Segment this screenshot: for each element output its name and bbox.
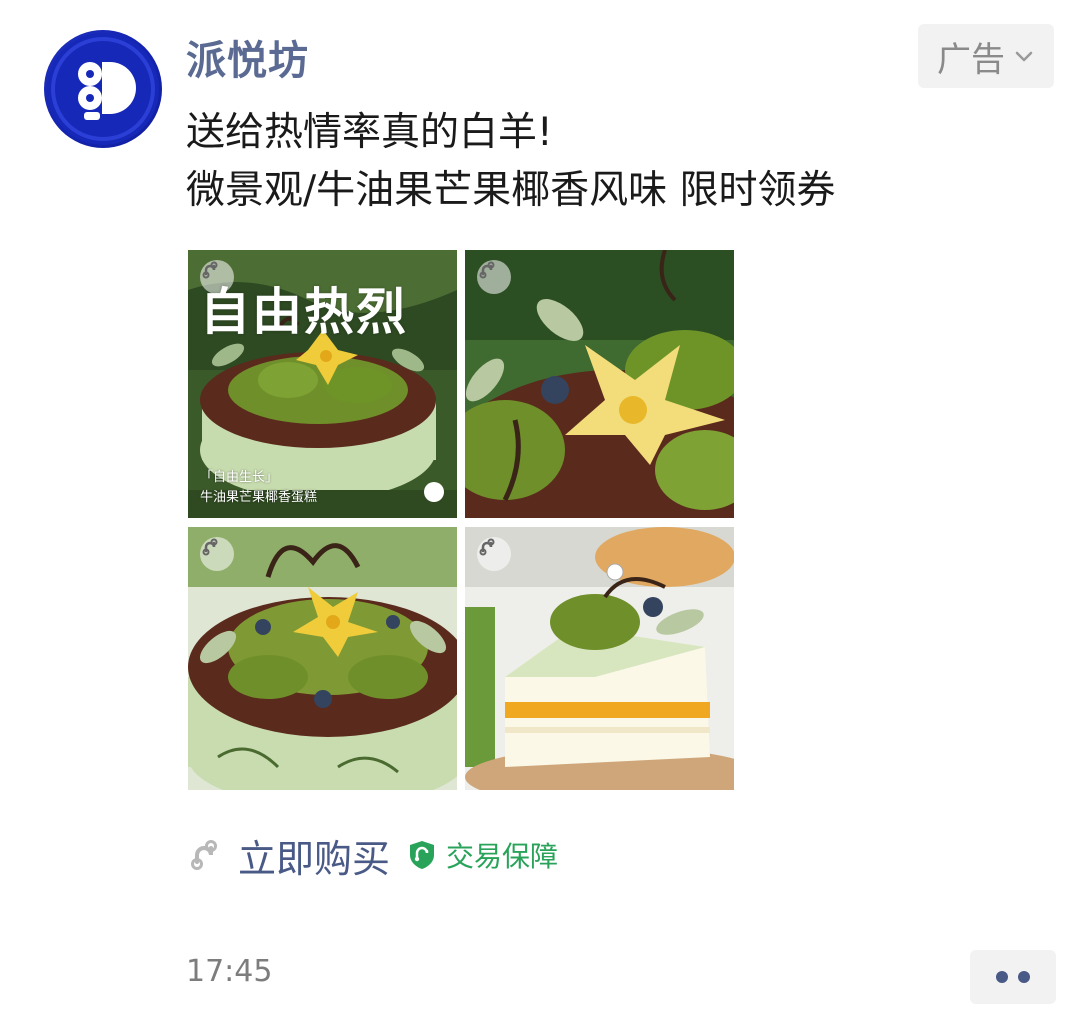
ad-tag-button[interactable]: 广告 (918, 24, 1054, 88)
image-grid: 自由热烈 「自由生长」 牛油果芒果椰香蛋糕 (188, 250, 734, 790)
trade-guarantee-label: 交易保障 (446, 840, 559, 873)
caption-line-2: 微景观/牛油果芒果椰香风味 限时领券 (186, 168, 836, 213)
avatar[interactable] (44, 30, 162, 148)
cake-closeup-photo (465, 250, 734, 518)
product-image-2[interactable] (465, 250, 734, 518)
brand-logo-icon (47, 33, 159, 145)
mini-program-link-icon (477, 537, 511, 571)
mini-program-link-icon (200, 537, 234, 571)
account-name[interactable]: 派悦坊 (186, 28, 309, 86)
shield-check-icon (410, 841, 435, 869)
chevron-down-icon (1015, 51, 1033, 62)
caption-line-1: 送给热情率真的白羊! (186, 110, 553, 155)
mini-program-link-icon (191, 840, 217, 870)
moments-ad-post: 派悦坊 广告 送给热情率真的白羊! 微景观/牛油果芒果椰香风味 限时领券 自由热… (0, 0, 1088, 1016)
product-image-4[interactable] (465, 527, 734, 790)
image-product-name: 牛油果芒果椰香蛋糕 (200, 490, 318, 505)
buy-action-row: 立即购买 交易保障 (186, 832, 559, 881)
product-image-1[interactable]: 自由热烈 「自由生长」 牛油果芒果椰香蛋糕 (188, 250, 457, 518)
ad-label: 广告 (937, 39, 1005, 80)
image-headline: 自由热烈 (200, 283, 408, 341)
post-caption: 送给热情率真的白羊! 微景观/牛油果芒果椰香风味 限时领券 (186, 104, 836, 220)
post-time: 17:45 (186, 954, 273, 989)
more-button[interactable] (970, 950, 1056, 1004)
product-image-3[interactable] (188, 527, 457, 790)
more-dots-icon (996, 971, 1008, 983)
brand-mark-icon (424, 482, 444, 502)
mini-program-link-icon (477, 260, 511, 294)
more-dots-icon (1018, 971, 1030, 983)
image-subtitle: 「自由生长」 (200, 470, 279, 485)
buy-now-link[interactable]: 立即购买 (238, 828, 390, 883)
